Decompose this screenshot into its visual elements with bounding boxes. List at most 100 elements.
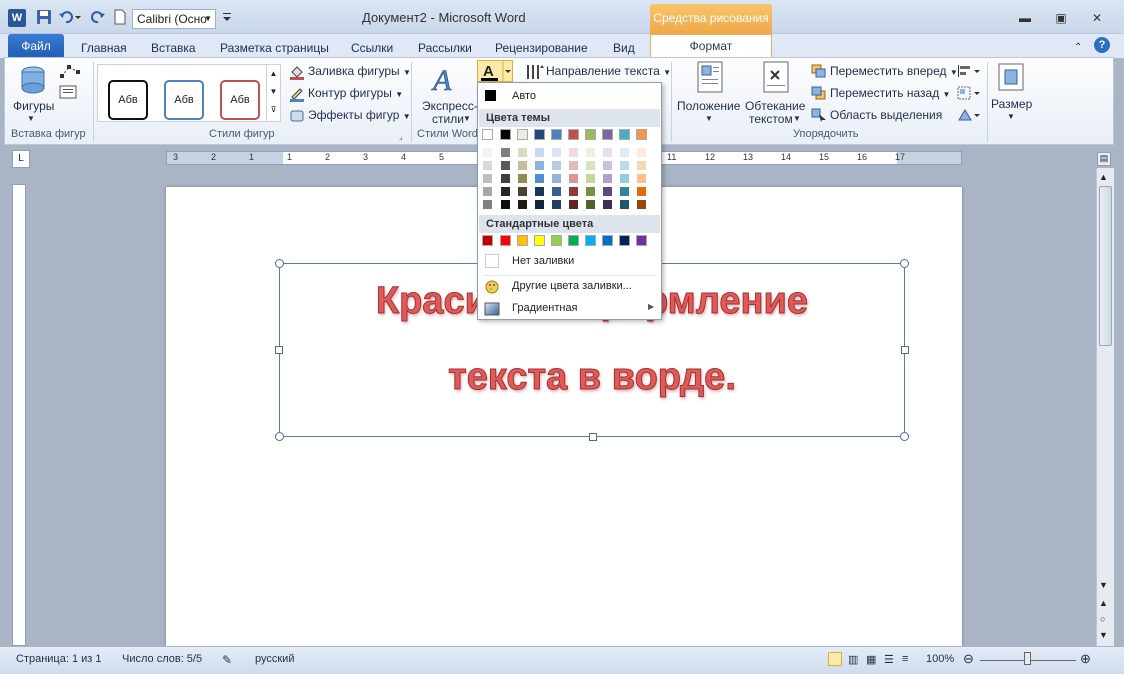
tab-format[interactable]: Формат bbox=[650, 34, 772, 58]
standard-color-swatch[interactable] bbox=[636, 235, 647, 246]
draft-view-icon[interactable]: ≡ bbox=[902, 653, 908, 665]
auto-color-swatch[interactable] bbox=[485, 90, 496, 101]
chevron-down-icon[interactable]: ▼ bbox=[27, 114, 35, 123]
theme-shade-swatch[interactable] bbox=[551, 199, 562, 210]
shape-fill-button[interactable]: Заливка фигуры ▼ bbox=[308, 64, 411, 78]
zoom-out-icon[interactable]: ⊖ bbox=[963, 651, 974, 667]
align-icon[interactable] bbox=[957, 64, 983, 78]
text-direction-button[interactable]: Направление текста ▼ bbox=[546, 64, 671, 78]
theme-shade-swatch[interactable] bbox=[517, 147, 528, 158]
theme-shade-swatch[interactable] bbox=[568, 160, 579, 171]
theme-shade-swatch[interactable] bbox=[619, 199, 630, 210]
theme-shade-swatch[interactable] bbox=[568, 199, 579, 210]
theme-color-swatch[interactable] bbox=[585, 129, 596, 140]
resize-handle-sw[interactable] bbox=[275, 432, 284, 441]
minimize-icon[interactable]: ▬ bbox=[1018, 12, 1032, 24]
theme-shade-swatch[interactable] bbox=[482, 147, 493, 158]
redo-icon[interactable] bbox=[90, 9, 106, 25]
theme-color-swatch[interactable] bbox=[619, 129, 630, 140]
theme-color-swatch[interactable] bbox=[500, 129, 511, 140]
theme-shade-swatch[interactable] bbox=[482, 199, 493, 210]
theme-shade-swatch[interactable] bbox=[517, 160, 528, 171]
bring-forward-button[interactable]: Переместить вперед ▼ bbox=[830, 64, 958, 78]
web-layout-icon[interactable]: ▦ bbox=[866, 653, 876, 666]
theme-color-swatch[interactable] bbox=[517, 129, 528, 140]
standard-color-swatch[interactable] bbox=[619, 235, 630, 246]
standard-color-swatch[interactable] bbox=[551, 235, 562, 246]
theme-shade-swatch[interactable] bbox=[585, 186, 596, 197]
more-colors-option[interactable]: Другие цвета заливки... bbox=[512, 280, 632, 292]
theme-shade-swatch[interactable] bbox=[602, 160, 613, 171]
theme-shade-swatch[interactable] bbox=[585, 199, 596, 210]
chevron-down-icon[interactable]: ▼ bbox=[1007, 112, 1015, 121]
tab-mailings[interactable]: Рассылки bbox=[418, 38, 472, 58]
theme-shade-swatch[interactable] bbox=[482, 160, 493, 171]
theme-shade-swatch[interactable] bbox=[636, 199, 647, 210]
resize-handle-se[interactable] bbox=[900, 432, 909, 441]
scroll-up-icon[interactable]: ▲ bbox=[1099, 172, 1108, 182]
resize-handle-s[interactable] bbox=[589, 433, 597, 441]
theme-shade-swatch[interactable] bbox=[619, 173, 630, 184]
text-box-icon[interactable] bbox=[59, 85, 77, 99]
previous-page-icon[interactable]: ▲ bbox=[1099, 598, 1108, 608]
theme-shade-swatch[interactable] bbox=[500, 199, 511, 210]
vertical-scrollbar[interactable]: ▲ ▼ ▲ ○ ▼ bbox=[1096, 168, 1114, 646]
new-document-icon[interactable] bbox=[112, 9, 128, 25]
theme-color-swatch[interactable] bbox=[534, 129, 545, 140]
shape-effects-button[interactable]: Эффекты фигур ▼ bbox=[308, 108, 411, 122]
shapes-icon[interactable] bbox=[19, 64, 49, 94]
theme-shade-swatch[interactable] bbox=[551, 173, 562, 184]
quick-styles-icon[interactable]: A bbox=[429, 62, 465, 98]
standard-color-swatch[interactable] bbox=[585, 235, 596, 246]
proofing-icon[interactable]: ✎ bbox=[222, 653, 232, 667]
theme-shade-swatch[interactable] bbox=[534, 147, 545, 158]
standard-color-swatch[interactable] bbox=[568, 235, 579, 246]
standard-color-swatch[interactable] bbox=[534, 235, 545, 246]
theme-shade-swatch[interactable] bbox=[551, 186, 562, 197]
theme-shade-swatch[interactable] bbox=[568, 147, 579, 158]
customize-qat-icon[interactable] bbox=[222, 9, 232, 25]
theme-color-swatch[interactable] bbox=[636, 129, 647, 140]
theme-shade-swatch[interactable] bbox=[551, 147, 562, 158]
theme-shade-swatch[interactable] bbox=[636, 147, 647, 158]
shape-style-blue[interactable]: Абв bbox=[164, 80, 204, 120]
theme-shade-swatch[interactable] bbox=[585, 173, 596, 184]
theme-shade-swatch[interactable] bbox=[517, 199, 528, 210]
gradient-option[interactable]: Градиентная bbox=[512, 302, 578, 314]
theme-color-swatch[interactable] bbox=[602, 129, 613, 140]
theme-color-swatch[interactable] bbox=[568, 129, 579, 140]
theme-shade-swatch[interactable] bbox=[636, 173, 647, 184]
zoom-slider-thumb[interactable] bbox=[1024, 652, 1031, 665]
standard-color-swatch[interactable] bbox=[482, 235, 493, 246]
gallery-scroll[interactable]: ▲ ▼ ⊽ bbox=[266, 65, 280, 121]
theme-shade-swatch[interactable] bbox=[585, 160, 596, 171]
tab-home[interactable]: Главная bbox=[81, 38, 127, 58]
theme-shade-swatch[interactable] bbox=[534, 160, 545, 171]
tab-review[interactable]: Рецензирование bbox=[495, 38, 588, 58]
theme-shade-swatch[interactable] bbox=[517, 173, 528, 184]
theme-shade-swatch[interactable] bbox=[500, 160, 511, 171]
standard-color-swatch[interactable] bbox=[602, 235, 613, 246]
tab-page-layout[interactable]: Разметка страницы bbox=[220, 38, 329, 58]
vertical-ruler[interactable] bbox=[12, 184, 26, 646]
word-logo-icon[interactable]: W bbox=[8, 9, 26, 27]
tab-view[interactable]: Вид bbox=[613, 38, 635, 58]
theme-color-swatch[interactable] bbox=[482, 129, 493, 140]
chevron-down-icon[interactable]: ▼ bbox=[705, 114, 713, 123]
zoom-level[interactable]: 100% bbox=[926, 653, 954, 665]
theme-shade-swatch[interactable] bbox=[568, 173, 579, 184]
outline-view-icon[interactable]: ☰ bbox=[884, 653, 894, 666]
standard-color-swatch[interactable] bbox=[500, 235, 511, 246]
no-fill-row[interactable]: Нет заливки bbox=[479, 251, 660, 273]
theme-shade-swatch[interactable] bbox=[482, 173, 493, 184]
view-ruler-icon[interactable]: ▤ bbox=[1097, 152, 1111, 166]
theme-color-swatch[interactable] bbox=[551, 129, 562, 140]
edit-shape-icon[interactable] bbox=[59, 64, 81, 80]
theme-shade-swatch[interactable] bbox=[619, 160, 630, 171]
wrap-text-line2[interactable]: текстом bbox=[749, 112, 793, 126]
theme-shade-swatch[interactable] bbox=[517, 186, 528, 197]
theme-shade-swatch[interactable] bbox=[500, 186, 511, 197]
resize-handle-e[interactable] bbox=[901, 346, 909, 354]
theme-shade-swatch[interactable] bbox=[636, 160, 647, 171]
help-icon[interactable]: ? bbox=[1094, 37, 1110, 53]
